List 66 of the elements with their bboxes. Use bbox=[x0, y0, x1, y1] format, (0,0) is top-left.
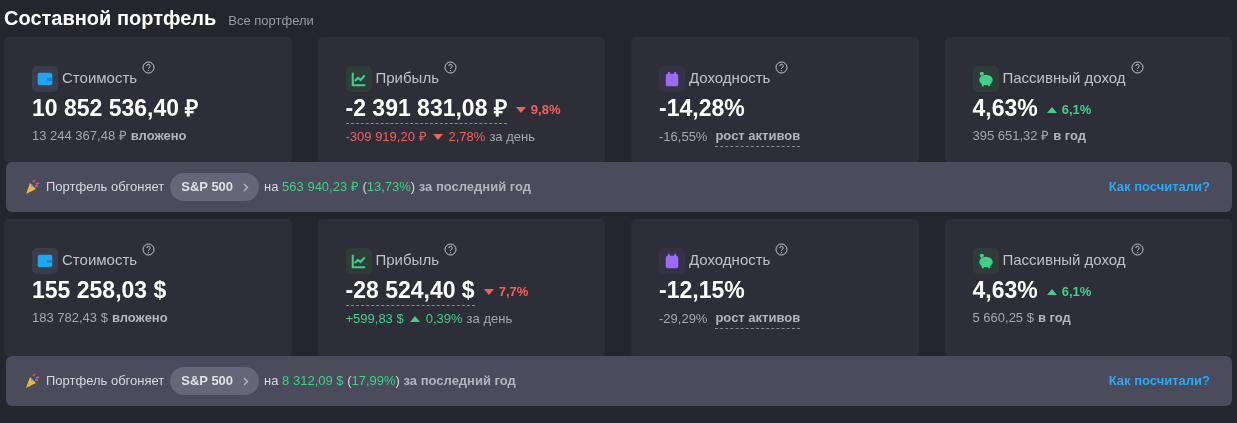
piggy-bank-icon bbox=[972, 247, 999, 274]
change-percent: 7,7% bbox=[498, 283, 529, 302]
assets-growth-link[interactable]: рост активов bbox=[715, 308, 801, 329]
metric-value[interactable]: -12,15% bbox=[659, 275, 745, 305]
help-icon[interactable] bbox=[443, 61, 457, 74]
help-icon[interactable] bbox=[775, 243, 789, 256]
banner-result-text: на 8 312,09 $ (17,99%) за последний год bbox=[264, 372, 516, 391]
detail-text: 183 782,43 $ bbox=[32, 309, 108, 327]
change-percent: 6,1% bbox=[1061, 100, 1092, 119]
detail-text: в год bbox=[1053, 127, 1087, 145]
chart-icon bbox=[345, 65, 372, 92]
benchmark-chip[interactable]: S&P 500 bbox=[170, 367, 260, 395]
metric-value[interactable]: -2 391 831,08 ₽ bbox=[345, 93, 507, 124]
metric-title: Пассивный доход bbox=[1002, 250, 1126, 271]
metric-value[interactable]: 4,63% bbox=[972, 275, 1038, 305]
metric-title: Доходность bbox=[689, 68, 771, 89]
calendar-icon bbox=[659, 65, 685, 92]
change-percent: 6,1% bbox=[1061, 282, 1092, 301]
party-popper-icon bbox=[24, 179, 40, 195]
detail-text: 2,78% bbox=[448, 128, 486, 146]
detail-text: +599,83 $ bbox=[345, 310, 404, 328]
metric-value[interactable]: -28 524,40 $ bbox=[345, 275, 475, 306]
metric-value[interactable]: -14,28% bbox=[659, 93, 745, 123]
calendar-icon bbox=[659, 247, 685, 274]
change-percent: 9,8% bbox=[530, 101, 561, 120]
detail-text: за день bbox=[466, 310, 513, 328]
metric-title: Пассивный доход bbox=[1002, 68, 1126, 89]
metric-title: Прибыль bbox=[375, 68, 439, 89]
banner-text: Портфель обгоняет bbox=[46, 178, 165, 197]
detail-text: 13 244 367,48 ₽ bbox=[32, 127, 127, 145]
detail-text: 0,39% bbox=[425, 310, 463, 328]
metric-value[interactable]: 10 852 536,40 ₽ bbox=[32, 93, 199, 123]
banner-text: Портфель обгоняет bbox=[46, 372, 165, 391]
help-icon[interactable] bbox=[1130, 243, 1144, 256]
help-icon[interactable] bbox=[142, 61, 156, 74]
detail-text: 395 651,32 ₽ bbox=[972, 127, 1050, 145]
metric-value[interactable]: 155 258,03 $ bbox=[32, 275, 167, 305]
metric-title: Доходность bbox=[689, 250, 771, 271]
detail-text: вложено bbox=[130, 127, 187, 145]
detail-text: в год bbox=[1037, 309, 1071, 327]
banner-result-text: на 563 940,23 ₽ (13,73%) за последний год bbox=[264, 178, 532, 197]
wallet-icon bbox=[32, 65, 58, 92]
detail-text: вложено bbox=[111, 309, 168, 327]
assets-growth-link[interactable]: рост активов bbox=[715, 126, 801, 147]
metric-title: Стоимость bbox=[62, 68, 138, 89]
metric-title: Прибыль bbox=[375, 250, 439, 271]
detail-text: -16,55% bbox=[659, 127, 708, 146]
all-portfolios-link[interactable]: Все портфели bbox=[228, 14, 314, 27]
page-title: Составной портфель bbox=[4, 8, 217, 28]
help-icon[interactable] bbox=[443, 243, 457, 256]
detail-text: за день bbox=[489, 128, 535, 146]
metric-value[interactable]: 4,63% bbox=[972, 93, 1038, 123]
chevron-right-icon bbox=[243, 182, 250, 192]
help-icon[interactable] bbox=[142, 243, 156, 256]
benchmark-chip[interactable]: S&P 500 bbox=[170, 173, 260, 201]
chevron-right-icon bbox=[243, 376, 250, 386]
piggy-bank-icon bbox=[972, 65, 999, 92]
detail-text: 5 660,25 $ bbox=[972, 309, 1034, 327]
help-icon[interactable] bbox=[1130, 61, 1144, 74]
detail-text: -309 919,20 ₽ bbox=[345, 128, 427, 146]
chart-icon bbox=[345, 247, 372, 274]
help-icon[interactable] bbox=[775, 61, 789, 74]
wallet-icon bbox=[32, 247, 58, 274]
party-popper-icon bbox=[24, 373, 40, 389]
detail-text: -29,29% bbox=[659, 309, 708, 328]
metric-title: Стоимость bbox=[62, 250, 138, 271]
